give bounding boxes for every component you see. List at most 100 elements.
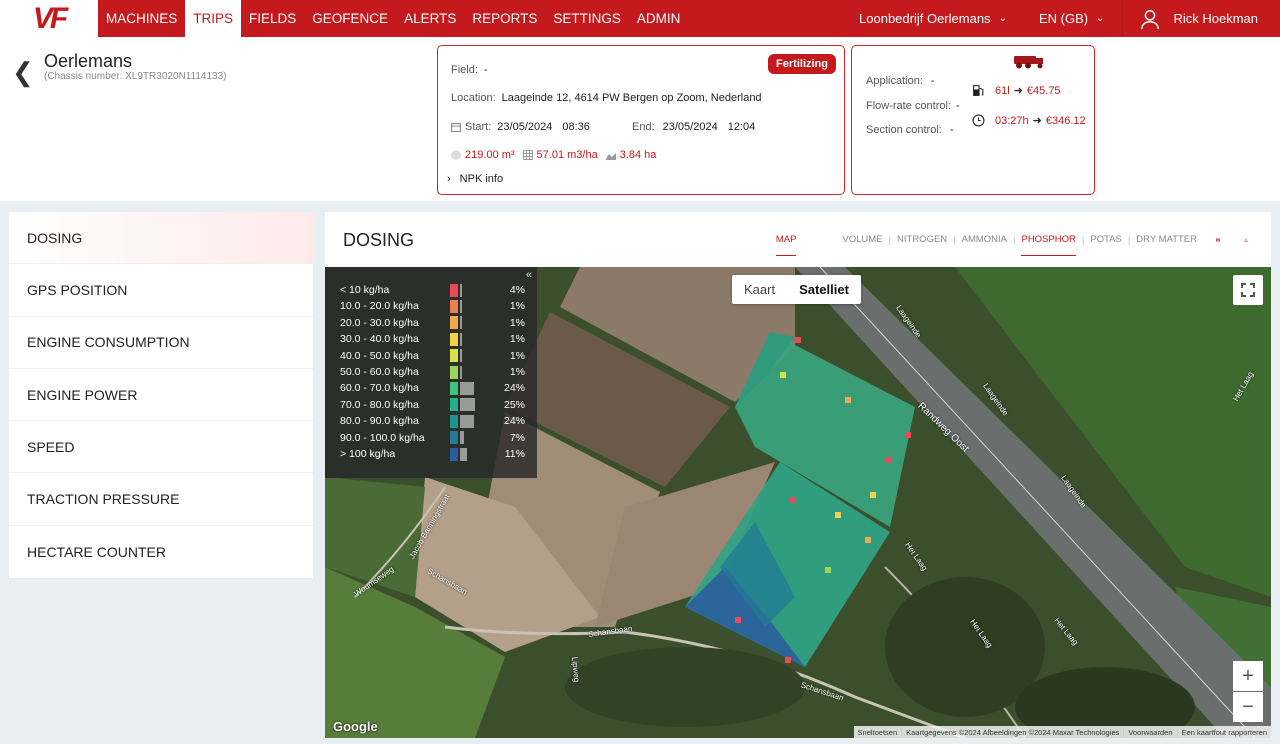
flow-rate-label: Flow-rate control: [866, 100, 951, 112]
application-label: Application: [866, 75, 923, 87]
brand-logo[interactable]: VF [0, 0, 98, 37]
legend-label: 80.0 - 90.0 kg/ha [340, 415, 419, 428]
legend-label: 60.0 - 70.0 kg/ha [340, 382, 419, 395]
start-time: 08:36 [562, 121, 590, 133]
legend-label: 30.0 - 40.0 kg/ha [340, 333, 419, 346]
field-label: Field: [451, 64, 478, 76]
work-time: 03:27h [995, 114, 1029, 127]
nav-geofence[interactable]: GEOFENCE [304, 0, 396, 37]
tab-nitrogen[interactable]: NITROGEN [897, 234, 947, 256]
volume-icon [451, 150, 461, 160]
legend-bar [460, 398, 475, 412]
arrow-right-icon: ➜ [1032, 115, 1042, 127]
fuel-cost: €45.75 [1026, 84, 1061, 97]
zoom-out-button[interactable]: − [1233, 692, 1263, 722]
nav-reports[interactable]: REPORTS [464, 0, 545, 37]
download-icon[interactable] [1239, 238, 1253, 252]
user-name: Rick Hoekman [1173, 11, 1258, 26]
back-arrow-icon[interactable]: ❮ [12, 57, 34, 88]
flow-rate-value: - [955, 100, 960, 112]
company-dropdown[interactable]: Loonbedrijf Oerlemans ⌄ [843, 0, 1023, 37]
sidebar-item-dosing[interactable]: DOSING [9, 212, 313, 265]
location-value: Laageinde 12, 4614 PW Bergen op Zoom, Ne… [501, 92, 762, 104]
chassis-number: (Chassis number: XL9TR3020N1114133) [44, 71, 227, 82]
legend-percent: 25% [503, 398, 525, 411]
tab-phosphor[interactable]: PHOSPHOR [1021, 234, 1076, 256]
attribution-terms[interactable]: Voorwaarden [1123, 727, 1176, 737]
npk-info-toggle[interactable]: › NPK info [447, 173, 503, 185]
nav-settings[interactable]: SETTINGS [545, 0, 629, 37]
tab-separator: | [1127, 234, 1131, 246]
trip-header: ❮ Oerlemans (Chassis number: XL9TR3020N1… [0, 37, 1280, 201]
attribution-report[interactable]: Een kaartfout rapporteren [1176, 727, 1271, 737]
legend-label: < 10 kg/ha [340, 284, 390, 296]
legend-bar [460, 414, 475, 428]
section-control-value: - [949, 124, 954, 136]
page-title: DOSING [343, 230, 415, 250]
sidebar-item-hectare-counter[interactable]: HECTARE COUNTER [9, 526, 313, 578]
tab-dry-matter[interactable]: DRY MATTER [1136, 234, 1197, 256]
tab-ammonia[interactable]: AMMONIA [962, 234, 1007, 256]
zoom-in-button[interactable]: + [1233, 661, 1263, 691]
legend-bar [460, 299, 462, 313]
attribution-shortcuts[interactable]: Sneltoetsen [854, 728, 902, 737]
start-date: 23/05/2024 [497, 121, 553, 133]
legend-swatch [450, 283, 458, 297]
tab-potas[interactable]: POTAS [1090, 234, 1122, 256]
tab-map[interactable]: MAP [775, 234, 797, 256]
nav-machines[interactable]: MACHINES [98, 0, 185, 37]
nav-admin[interactable]: ADMIN [629, 0, 689, 37]
legend-label: > 100 kg/ha [340, 448, 396, 460]
map-type-kaart[interactable]: Kaart [732, 275, 787, 304]
legend-percent: 7% [509, 431, 525, 444]
legend-row: 70.0 - 80.0 kg/ha 25% [340, 397, 525, 413]
legend-percent: 11% [504, 448, 525, 460]
collapse-legend-icon[interactable]: « [526, 269, 532, 281]
sidebar-item-speed[interactable]: SPEED [9, 421, 313, 474]
nav-alerts[interactable]: ALERTS [396, 0, 464, 37]
legend-row: 50.0 - 60.0 kg/ha 1% [340, 364, 525, 380]
main-panel: DOSING MAP VOLUME | NITROGEN | AMMONIA |… [325, 212, 1271, 738]
satellite-map[interactable]: Randweg Oost Laageinde Laageinde Laagein… [325, 267, 1271, 738]
location-label: Location: [451, 92, 496, 104]
map-attribution: Sneltoetsen Kaartgegevens ©2024 Afbeeldi… [853, 726, 1271, 738]
map-type-satelliet[interactable]: Satelliet [787, 275, 861, 304]
legend-percent: 1% [509, 349, 525, 362]
fullscreen-button[interactable] [1233, 275, 1263, 305]
nav-trips[interactable]: TRIPS [185, 0, 242, 37]
language-dropdown[interactable]: EN (GB) ⌄ [1023, 0, 1123, 37]
cost-card: Application: - Flow-rate control: - Sect… [851, 45, 1095, 195]
tab-separator: | [1081, 234, 1085, 246]
trip-volume: 219.00 m³ [465, 149, 515, 161]
legend-swatch [450, 349, 458, 363]
legend-swatch [450, 398, 458, 412]
trip-rate: 57.01 m3/ha [536, 149, 598, 161]
legend-swatch [450, 365, 458, 379]
company-name: Loonbedrijf Oerlemans [859, 11, 991, 26]
tab-volume[interactable]: VOLUME [842, 234, 882, 256]
legend-percent: 1% [509, 333, 525, 346]
tab-separator: | [1013, 234, 1016, 246]
legend-row: 60.0 - 70.0 kg/ha 24% [340, 380, 525, 396]
user-menu[interactable]: Rick Hoekman [1122, 0, 1280, 37]
sidebar-item-engine-power[interactable]: ENGINE POWER [9, 369, 313, 422]
legend-label: 50.0 - 60.0 kg/ha [340, 366, 419, 378]
dosing-tabs: MAP VOLUME | NITROGEN | AMMONIA | PHOSPH… [775, 234, 1253, 256]
sidebar-item-traction-pressure[interactable]: TRACTION PRESSURE [9, 473, 313, 526]
end-time: 12:04 [727, 121, 756, 133]
fuel-pump-icon [973, 85, 984, 96]
legend-bar [460, 332, 462, 346]
trip-area: 3.84 ha [619, 149, 657, 161]
legend-bar [460, 283, 463, 297]
tab-separator: | [953, 234, 956, 246]
nav-fields[interactable]: FIELDS [241, 0, 304, 37]
print-icon[interactable] [1211, 238, 1225, 252]
chevron-down-icon: ⌄ [1096, 13, 1105, 24]
sidebar-item-engine-consumption[interactable]: ENGINE CONSUMPTION [9, 317, 313, 369]
field-area-icon [605, 153, 616, 160]
legend-bar [460, 316, 462, 330]
legend-percent: 1% [509, 316, 525, 329]
sidebar-item-gps-position[interactable]: GPS POSITION [9, 264, 313, 317]
end-date: 23/05/2024 [662, 121, 718, 133]
fullscreen-icon [1241, 283, 1255, 297]
